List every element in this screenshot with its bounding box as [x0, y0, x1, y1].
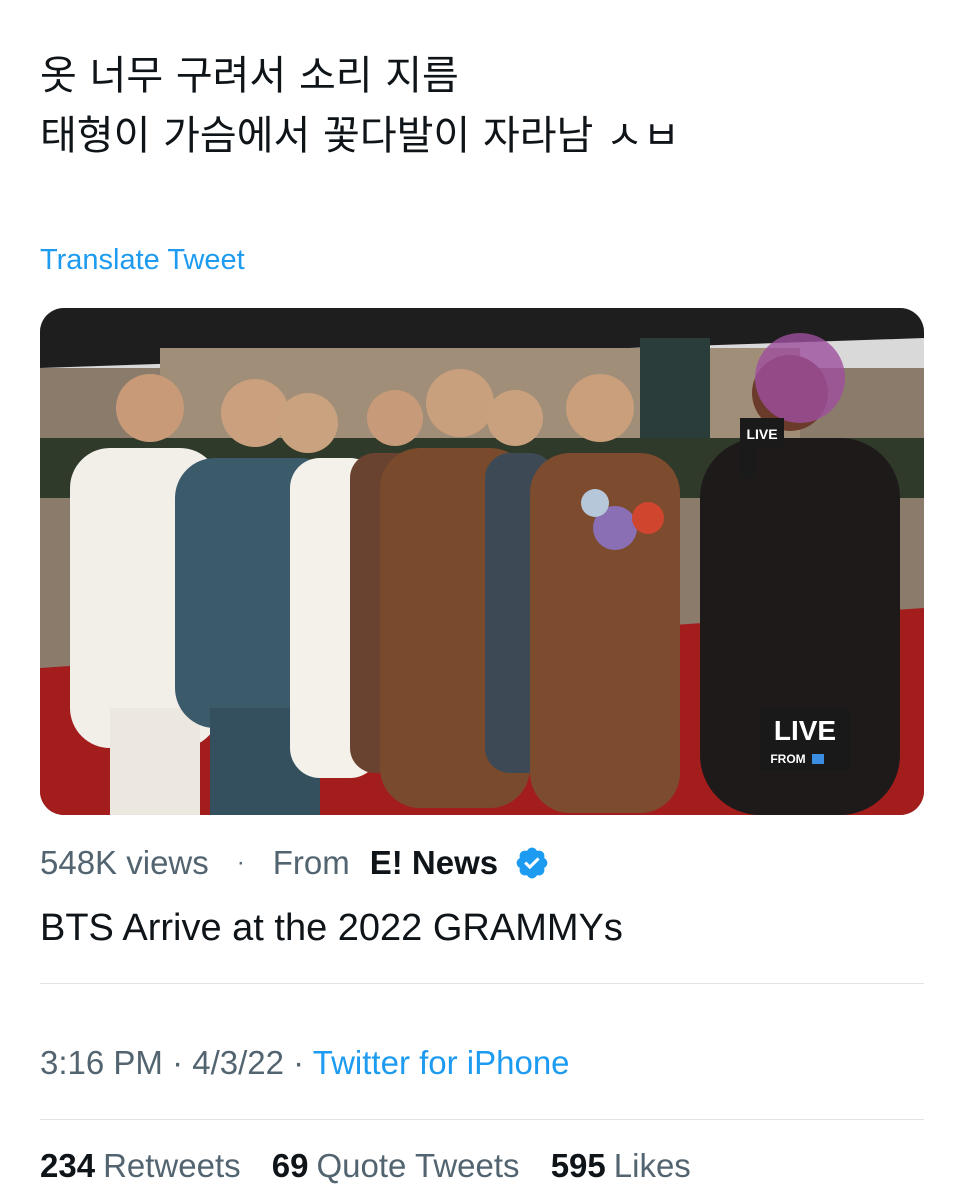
tweet-date[interactable]: 4/3/22: [192, 1044, 284, 1081]
video-title[interactable]: BTS Arrive at the 2022 GRAMMYs: [40, 907, 623, 950]
quote-tweets-label: Quote Tweets: [316, 1147, 520, 1184]
mic-flag: LIVE: [740, 418, 784, 448]
tweet-time[interactable]: 3:16 PM: [40, 1044, 163, 1081]
separator-dot: ·: [293, 1044, 305, 1081]
likes-stat[interactable]: 595 Likes: [551, 1147, 691, 1184]
quote-tweets-count: 69: [271, 1147, 309, 1184]
from-label: From: [272, 844, 350, 881]
likes-label: Likes: [613, 1147, 691, 1184]
verified-badge-icon: [516, 847, 548, 879]
retweets-stat[interactable]: 234 Retweets: [40, 1147, 241, 1184]
mic-flag-text: LIVE: [746, 426, 777, 442]
view-count: 548K views: [40, 844, 209, 881]
tweet-text: 옷 너무 구려서 소리 지름 태형이 가슴에서 꽃다발이 자라남 ㅅㅂ: [40, 46, 940, 166]
live-badge: LIVE FROM: [760, 708, 850, 770]
engagement-stats: 234 Retweets 69 Quote Tweets 595 Likes: [40, 1147, 713, 1185]
video-media[interactable]: LIVE FROM LIVE: [40, 308, 924, 815]
translate-tweet-link[interactable]: Translate Tweet: [40, 244, 245, 277]
timestamp-row: 3:16 PM · 4/3/22 · Twitter for iPhone: [40, 1044, 570, 1082]
live-badge-bottom: FROM: [770, 752, 805, 766]
retweets-label: Retweets: [103, 1147, 241, 1184]
video-frame: LIVE FROM LIVE: [40, 308, 924, 815]
tweet-text-line-1: 옷 너무 구려서 소리 지름: [40, 53, 459, 99]
live-badge-top: LIVE: [774, 715, 836, 746]
separator-dot: ·: [172, 1044, 184, 1081]
separator-dot: ·: [236, 849, 245, 876]
client-link[interactable]: Twitter for iPhone: [313, 1044, 570, 1081]
divider: [40, 983, 924, 984]
quote-tweets-stat[interactable]: 69 Quote Tweets: [272, 1147, 520, 1184]
tweet-text-line-2: 태형이 가슴에서 꽃다발이 자라남 ㅅㅂ: [40, 113, 680, 159]
source-account-link[interactable]: E! News: [370, 844, 498, 882]
video-meta: 548K views · From E! News: [40, 840, 550, 886]
retweets-count: 234: [40, 1147, 96, 1184]
divider: [40, 1119, 924, 1120]
likes-count: 595: [550, 1147, 606, 1184]
